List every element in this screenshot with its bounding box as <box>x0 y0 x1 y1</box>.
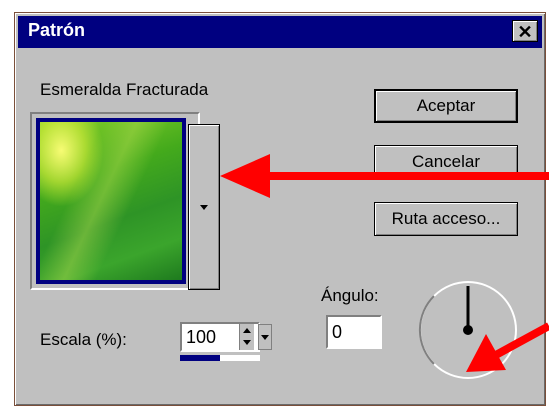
title-bar[interactable]: Patrón ✕ <box>18 16 542 48</box>
pattern-preview[interactable] <box>30 112 200 290</box>
menu-arrow-icon <box>261 335 269 340</box>
angle-label: Ángulo: <box>321 286 379 305</box>
scale-spinner[interactable] <box>239 324 254 350</box>
spin-up-icon[interactable] <box>243 328 251 333</box>
scale-level-track <box>180 355 260 361</box>
red-arrow-icon-dial <box>466 322 549 372</box>
angle-input[interactable]: 0 <box>326 315 382 349</box>
red-arrow-icon <box>220 154 549 198</box>
pattern-name-label: Esmeralda Fracturada <box>40 80 209 99</box>
pattern-swatch[interactable] <box>36 118 186 284</box>
dialog-title: Patrón <box>28 20 86 40</box>
close-icon: ✕ <box>517 22 533 42</box>
ok-button[interactable]: Aceptar <box>374 89 518 123</box>
scale-label: Escala (%): <box>40 330 127 349</box>
close-button[interactable]: ✕ <box>512 20 538 42</box>
scale-level-fill <box>180 355 220 361</box>
spin-down-icon[interactable] <box>243 340 251 345</box>
path-button[interactable]: Ruta acceso... <box>374 202 518 236</box>
path-button-label: Ruta acceso... <box>391 209 501 228</box>
dropdown-arrow-icon <box>200 205 208 210</box>
pattern-dropdown-button[interactable] <box>188 124 220 290</box>
scale-menu-button[interactable] <box>258 324 272 350</box>
ok-button-label: Aceptar <box>416 96 476 115</box>
